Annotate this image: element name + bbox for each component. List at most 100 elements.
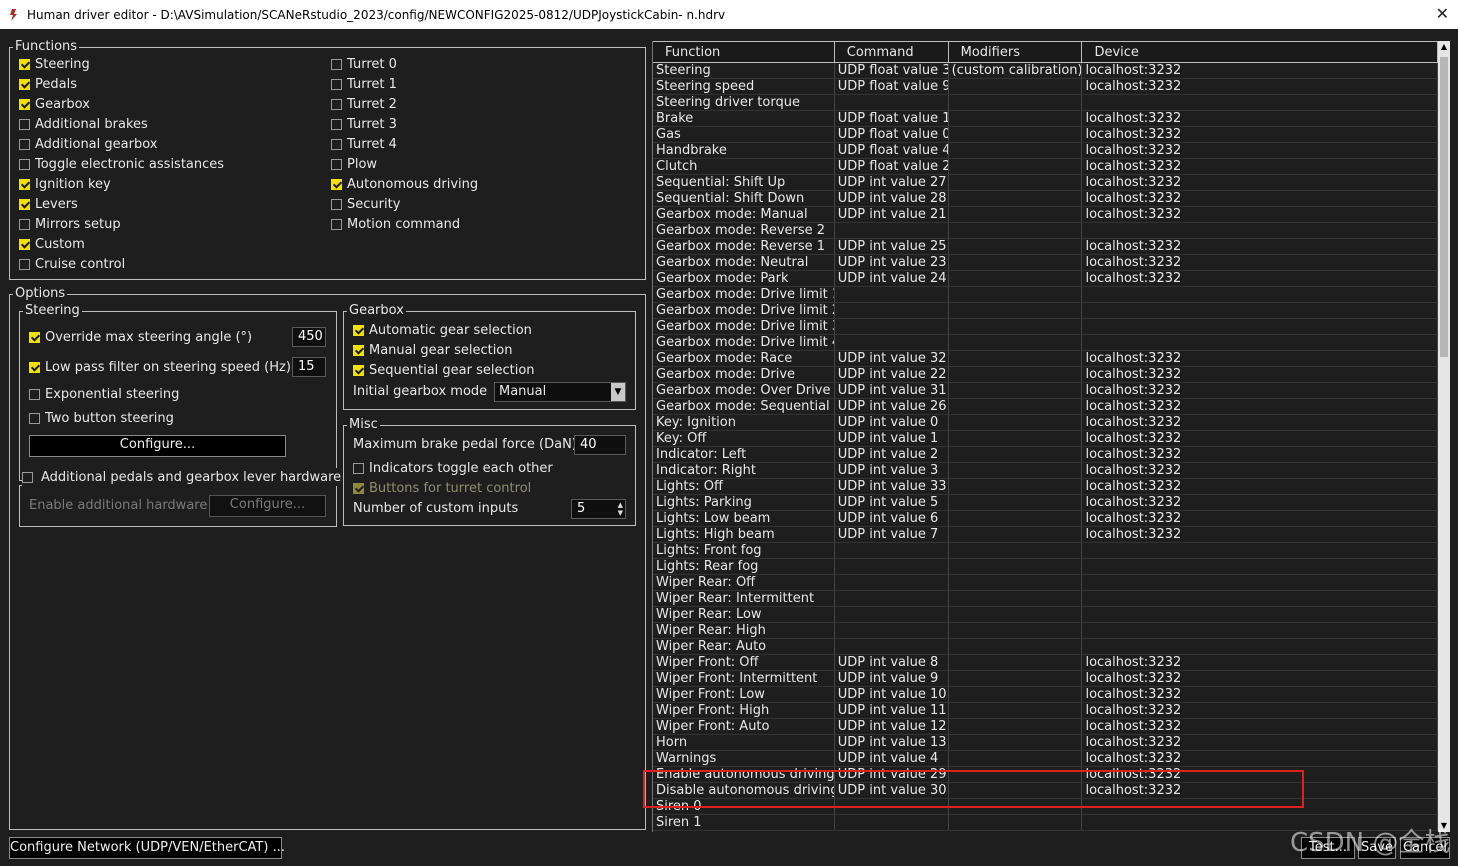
function-checkbox-turret-3[interactable]: Turret 3 [331,115,397,133]
function-checkbox-motion-command[interactable]: Motion command [331,215,460,233]
table-row[interactable]: Gearbox mode: Drive limit 2 [653,303,1438,319]
cell-command[interactable]: UDP int value 8 [835,655,949,670]
cell-function[interactable]: Wiper Front: Auto [653,719,835,734]
cell-command[interactable] [835,623,949,638]
cell-modifiers[interactable] [949,703,1083,718]
table-row[interactable]: Lights: Off UDP int value 33 localhost:323… [653,479,1438,495]
initial-gearbox-mode-select[interactable]: Manual ▼ [494,382,626,402]
cell-device[interactable]: localhost:3232 [1082,143,1438,158]
cell-function[interactable]: Lights: Front fog [653,543,835,558]
cell-function[interactable]: Key: Ignition [653,415,835,430]
cell-command[interactable]: UDP int value 11 [835,703,949,718]
table-row[interactable]: Steering driver torque [653,95,1438,111]
cell-function[interactable]: Wiper Rear: Intermittent [653,591,835,606]
configure-network-button[interactable]: Configure Network (UDP/VEN/EtherCAT) ... [9,837,285,859]
automatic-gear-checkbox[interactable]: Automatic gear selection [353,321,532,339]
cell-device[interactable]: localhost:3232 [1082,511,1438,526]
table-row[interactable]: Gearbox mode: Reverse 1 UDP int value 25 l… [653,239,1438,255]
table-row[interactable]: Wiper Rear: Intermittent [653,591,1438,607]
cell-modifiers[interactable] [949,383,1083,398]
table-row[interactable]: Sequential: Shift Up UDP int value 27 loca… [653,175,1438,191]
cell-function[interactable]: Lights: Off [653,479,835,494]
table-row[interactable]: Clutch UDP float value 2 localhost:3232 [653,159,1438,175]
column-header-command[interactable]: Command [834,41,949,63]
cell-function[interactable]: Key: Off [653,431,835,446]
cell-command[interactable]: UDP int value 6 [835,511,949,526]
cell-modifiers[interactable] [949,335,1083,350]
cell-function[interactable]: Steering driver torque [653,95,835,110]
turret-buttons-checkbox[interactable]: Buttons for turret control [353,479,531,497]
cell-modifiers[interactable] [949,303,1083,318]
cell-modifiers[interactable] [949,687,1083,702]
cell-function[interactable]: Lights: Rear fog [653,559,835,574]
table-row[interactable]: Wiper Front: Auto UDP int value 12 localho… [653,719,1438,735]
cell-modifiers[interactable] [949,367,1083,382]
override-steering-input[interactable]: 450 [292,327,326,347]
cell-device[interactable] [1082,815,1438,830]
cell-modifiers[interactable] [949,623,1083,638]
cell-command[interactable]: UDP int value 3 [835,463,949,478]
cell-command[interactable] [835,95,949,110]
cell-function[interactable]: Gearbox mode: Sequential [653,399,835,414]
table-row[interactable]: Horn UDP int value 13 localhost:3232 [653,735,1438,751]
cell-modifiers[interactable] [949,575,1083,590]
cell-function[interactable]: Siren 0 [653,799,835,814]
cell-device[interactable] [1082,319,1438,334]
test-button[interactable]: Test... [1301,837,1355,859]
cell-modifiers[interactable] [949,479,1083,494]
cell-modifiers[interactable] [949,111,1083,126]
cell-device[interactable] [1082,639,1438,654]
cell-modifiers[interactable] [949,351,1083,366]
scroll-up-icon[interactable]: ▲ [1438,41,1450,53]
cell-modifiers[interactable] [949,191,1083,206]
cell-device[interactable]: localhost:3232 [1082,175,1438,190]
cell-modifiers[interactable] [949,799,1083,814]
cell-function[interactable]: Wiper Rear: Off [653,575,835,590]
cell-function[interactable]: Gas [653,127,835,142]
cell-command[interactable]: UDP int value 7 [835,527,949,542]
cell-modifiers[interactable] [949,127,1083,142]
table-row[interactable]: Lights: Rear fog [653,559,1438,575]
cell-command[interactable]: UDP int value 21 [835,207,949,222]
cell-modifiers[interactable] [949,783,1083,798]
cell-command[interactable]: UDP float value 4 [835,143,949,158]
indicators-toggle-checkbox[interactable]: Indicators toggle each other [353,459,553,477]
cell-modifiers[interactable] [949,159,1083,174]
cell-function[interactable]: Siren 1 [653,815,835,830]
cell-modifiers[interactable] [949,415,1083,430]
custom-inputs-spinbox[interactable]: 5 ▲ ▼ [571,499,626,519]
cell-device[interactable]: localhost:3232 [1082,703,1438,718]
cell-function[interactable]: Wiper Rear: Low [653,607,835,622]
cell-modifiers[interactable] [949,767,1083,782]
function-checkbox-pedals[interactable]: Pedals [19,75,77,93]
cell-modifiers[interactable] [949,719,1083,734]
cell-function[interactable]: Warnings [653,751,835,766]
cell-device[interactable] [1082,591,1438,606]
table-row[interactable]: Gearbox mode: Neutral UDP int value 23 loc… [653,255,1438,271]
cell-command[interactable] [835,319,949,334]
table-row[interactable]: Wiper Rear: Low [653,607,1438,623]
table-row[interactable]: Indicator: Left UDP int value 2 localhost:… [653,447,1438,463]
cell-command[interactable]: UDP int value 33 [835,479,949,494]
manual-gear-checkbox[interactable]: Manual gear selection [353,341,513,359]
cell-command[interactable]: UDP int value 10 [835,687,949,702]
cell-modifiers[interactable] [949,543,1083,558]
cell-modifiers[interactable] [949,655,1083,670]
table-row[interactable]: Sequential: Shift Down UDP int value 28 lo… [653,191,1438,207]
cell-modifiers[interactable] [949,399,1083,414]
cell-command[interactable] [835,543,949,558]
cell-device[interactable] [1082,575,1438,590]
cell-command[interactable] [835,639,949,654]
table-row[interactable]: Wiper Front: Off UDP int value 8 localhost… [653,655,1438,671]
function-checkbox-turret-0[interactable]: Turret 0 [331,55,397,73]
additional-hardware-checkbox[interactable]: Additional pedals and gearbox lever hard… [22,468,344,486]
cell-command[interactable]: UDP int value 23 [835,255,949,270]
cell-device[interactable]: localhost:3232 [1082,447,1438,462]
cell-function[interactable]: Indicator: Right [653,463,835,478]
cell-device[interactable]: localhost:3232 [1082,751,1438,766]
cell-device[interactable]: localhost:3232 [1082,255,1438,270]
cell-device[interactable]: localhost:3232 [1082,207,1438,222]
cell-device[interactable] [1082,623,1438,638]
cell-device[interactable]: localhost:3232 [1082,479,1438,494]
table-row[interactable]: Key: Off UDP int value 1 localhost:3232 [653,431,1438,447]
